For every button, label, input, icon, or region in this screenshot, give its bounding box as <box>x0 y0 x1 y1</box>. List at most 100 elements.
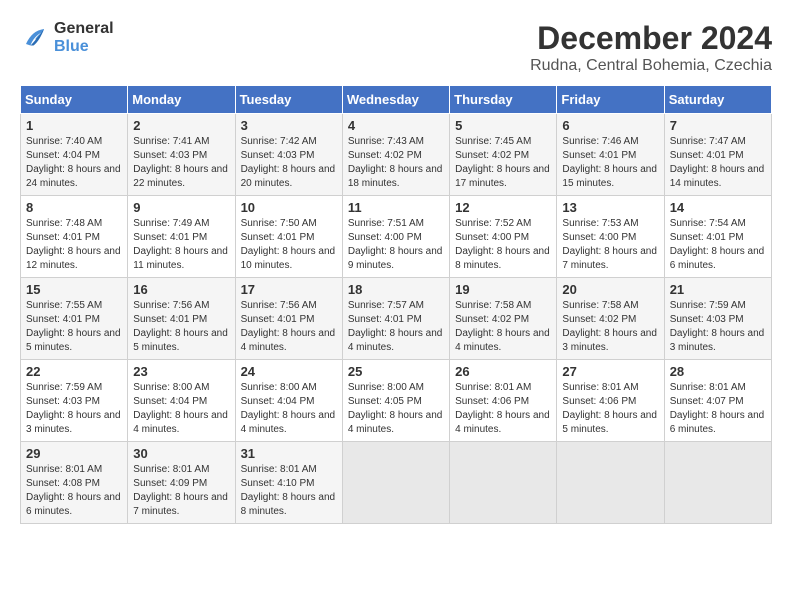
day-number: 23 <box>133 364 229 379</box>
day-number: 4 <box>348 118 444 133</box>
day-info: Sunrise: 7:46 AMSunset: 4:01 PMDaylight:… <box>562 136 657 189</box>
day-info: Sunrise: 8:01 AMSunset: 4:06 PMDaylight:… <box>455 382 550 435</box>
calendar-cell: 8 Sunrise: 7:48 AMSunset: 4:01 PMDaylight… <box>21 196 128 278</box>
day-number: 29 <box>26 446 122 461</box>
logo-text: General Blue <box>54 20 114 56</box>
calendar-cell: 29 Sunrise: 8:01 AMSunset: 4:08 PMDayligh… <box>21 442 128 524</box>
calendar-cell: 17 Sunrise: 7:56 AMSunset: 4:01 PMDayligh… <box>235 278 342 360</box>
day-info: Sunrise: 7:56 AMSunset: 4:01 PMDaylight:… <box>133 300 228 353</box>
day-number: 20 <box>562 282 658 297</box>
calendar-cell: 27Sunrise: 8:01 AMSunset: 4:06 PMDayligh… <box>557 360 664 442</box>
day-info: Sunrise: 8:01 AMSunset: 4:09 PMDaylight:… <box>133 464 228 517</box>
day-number: 14 <box>670 200 766 215</box>
day-info: Sunrise: 7:57 AMSunset: 4:01 PMDaylight:… <box>348 300 443 353</box>
calendar-cell: 14Sunrise: 7:54 AMSunset: 4:01 PMDayligh… <box>664 196 771 278</box>
day-info: Sunrise: 7:58 AMSunset: 4:02 PMDaylight:… <box>455 300 550 353</box>
calendar-cell: 20 Sunrise: 7:58 AMSunset: 4:02 PMDayligh… <box>557 278 664 360</box>
day-number: 30 <box>133 446 229 461</box>
header-tuesday: Tuesday <box>235 86 342 114</box>
day-info: Sunrise: 7:48 AMSunset: 4:01 PMDaylight:… <box>26 218 121 271</box>
day-number: 10 <box>241 200 337 215</box>
day-info: Sunrise: 8:01 AMSunset: 4:08 PMDaylight:… <box>26 464 121 517</box>
day-number: 15 <box>26 282 122 297</box>
day-number: 5 <box>455 118 551 133</box>
day-number: 24 <box>241 364 337 379</box>
day-number: 22 <box>26 364 122 379</box>
day-info: Sunrise: 7:49 AMSunset: 4:01 PMDaylight:… <box>133 218 228 271</box>
calendar-cell: 30 Sunrise: 8:01 AMSunset: 4:09 PMDayligh… <box>128 442 235 524</box>
calendar-cell: 18 Sunrise: 7:57 AMSunset: 4:01 PMDayligh… <box>342 278 449 360</box>
calendar-cell: 2 Sunrise: 7:41 AMSunset: 4:03 PMDaylight… <box>128 114 235 196</box>
header-saturday: Saturday <box>664 86 771 114</box>
day-info: Sunrise: 7:52 AMSunset: 4:00 PMDaylight:… <box>455 218 550 271</box>
calendar-week-5: 29 Sunrise: 8:01 AMSunset: 4:08 PMDayligh… <box>21 442 772 524</box>
calendar-cell <box>664 442 771 524</box>
calendar-cell: 1Sunrise: 7:40 AMSunset: 4:04 PMDaylight… <box>21 114 128 196</box>
calendar-table: SundayMondayTuesdayWednesdayThursdayFrid… <box>20 85 772 524</box>
day-info: Sunrise: 8:00 AMSunset: 4:04 PMDaylight:… <box>133 382 228 435</box>
day-info: Sunrise: 8:01 AMSunset: 4:06 PMDaylight:… <box>562 382 657 435</box>
day-number: 19 <box>455 282 551 297</box>
title-block: December 2024 Rudna, Central Bohemia, Cz… <box>530 20 772 75</box>
day-info: Sunrise: 7:51 AMSunset: 4:00 PMDaylight:… <box>348 218 443 271</box>
day-number: 9 <box>133 200 229 215</box>
calendar-cell <box>450 442 557 524</box>
day-info: Sunrise: 7:41 AMSunset: 4:03 PMDaylight:… <box>133 136 228 189</box>
day-number: 2 <box>133 118 229 133</box>
day-number: 3 <box>241 118 337 133</box>
calendar-cell: 11Sunrise: 7:51 AMSunset: 4:00 PMDayligh… <box>342 196 449 278</box>
day-number: 25 <box>348 364 444 379</box>
calendar-cell: 10 Sunrise: 7:50 AMSunset: 4:01 PMDayligh… <box>235 196 342 278</box>
day-number: 17 <box>241 282 337 297</box>
page-title: December 2024 <box>530 20 772 57</box>
day-info: Sunrise: 7:43 AMSunset: 4:02 PMDaylight:… <box>348 136 443 189</box>
day-info: Sunrise: 7:40 AMSunset: 4:04 PMDaylight:… <box>26 136 121 189</box>
header-thursday: Thursday <box>450 86 557 114</box>
logo: General Blue <box>20 20 114 56</box>
calendar-cell: 31Sunrise: 8:01 AMSunset: 4:10 PMDayligh… <box>235 442 342 524</box>
day-number: 16 <box>133 282 229 297</box>
day-info: Sunrise: 8:01 AMSunset: 4:10 PMDaylight:… <box>241 464 336 517</box>
calendar-cell: 25 Sunrise: 8:00 AMSunset: 4:05 PMDayligh… <box>342 360 449 442</box>
header: General Blue December 2024 Rudna, Centra… <box>20 20 772 75</box>
header-monday: Monday <box>128 86 235 114</box>
calendar-header-row: SundayMondayTuesdayWednesdayThursdayFrid… <box>21 86 772 114</box>
day-number: 18 <box>348 282 444 297</box>
calendar-week-4: 22 Sunrise: 7:59 AMSunset: 4:03 PMDayligh… <box>21 360 772 442</box>
day-number: 12 <box>455 200 551 215</box>
day-info: Sunrise: 7:56 AMSunset: 4:01 PMDaylight:… <box>241 300 336 353</box>
day-info: Sunrise: 8:00 AMSunset: 4:04 PMDaylight:… <box>241 382 336 435</box>
day-number: 7 <box>670 118 766 133</box>
calendar-cell: 3Sunrise: 7:42 AMSunset: 4:03 PMDaylight… <box>235 114 342 196</box>
calendar-cell: 5 Sunrise: 7:45 AMSunset: 4:02 PMDaylight… <box>450 114 557 196</box>
day-number: 13 <box>562 200 658 215</box>
logo-icon <box>20 23 50 53</box>
calendar-week-1: 1Sunrise: 7:40 AMSunset: 4:04 PMDaylight… <box>21 114 772 196</box>
day-number: 26 <box>455 364 551 379</box>
calendar-week-2: 8 Sunrise: 7:48 AMSunset: 4:01 PMDaylight… <box>21 196 772 278</box>
calendar-cell: 13 Sunrise: 7:53 AMSunset: 4:00 PMDayligh… <box>557 196 664 278</box>
day-info: Sunrise: 7:50 AMSunset: 4:01 PMDaylight:… <box>241 218 336 271</box>
day-info: Sunrise: 8:01 AMSunset: 4:07 PMDaylight:… <box>670 382 765 435</box>
calendar-cell: 22 Sunrise: 7:59 AMSunset: 4:03 PMDayligh… <box>21 360 128 442</box>
day-info: Sunrise: 7:47 AMSunset: 4:01 PMDaylight:… <box>670 136 765 189</box>
day-info: Sunrise: 8:00 AMSunset: 4:05 PMDaylight:… <box>348 382 443 435</box>
day-info: Sunrise: 7:58 AMSunset: 4:02 PMDaylight:… <box>562 300 657 353</box>
calendar-cell: 24 Sunrise: 8:00 AMSunset: 4:04 PMDayligh… <box>235 360 342 442</box>
day-number: 21 <box>670 282 766 297</box>
day-info: Sunrise: 7:45 AMSunset: 4:02 PMDaylight:… <box>455 136 550 189</box>
calendar-cell: 15Sunrise: 7:55 AMSunset: 4:01 PMDayligh… <box>21 278 128 360</box>
day-number: 28 <box>670 364 766 379</box>
header-friday: Friday <box>557 86 664 114</box>
day-number: 8 <box>26 200 122 215</box>
day-info: Sunrise: 7:59 AMSunset: 4:03 PMDaylight:… <box>26 382 121 435</box>
calendar-cell: 28 Sunrise: 8:01 AMSunset: 4:07 PMDayligh… <box>664 360 771 442</box>
calendar-cell: 4 Sunrise: 7:43 AMSunset: 4:02 PMDaylight… <box>342 114 449 196</box>
calendar-cell: 21 Sunrise: 7:59 AMSunset: 4:03 PMDayligh… <box>664 278 771 360</box>
day-info: Sunrise: 7:59 AMSunset: 4:03 PMDaylight:… <box>670 300 765 353</box>
calendar-cell: 9 Sunrise: 7:49 AMSunset: 4:01 PMDaylight… <box>128 196 235 278</box>
calendar-cell: 7 Sunrise: 7:47 AMSunset: 4:01 PMDaylight… <box>664 114 771 196</box>
header-sunday: Sunday <box>21 86 128 114</box>
day-info: Sunrise: 7:53 AMSunset: 4:00 PMDaylight:… <box>562 218 657 271</box>
calendar-cell <box>557 442 664 524</box>
